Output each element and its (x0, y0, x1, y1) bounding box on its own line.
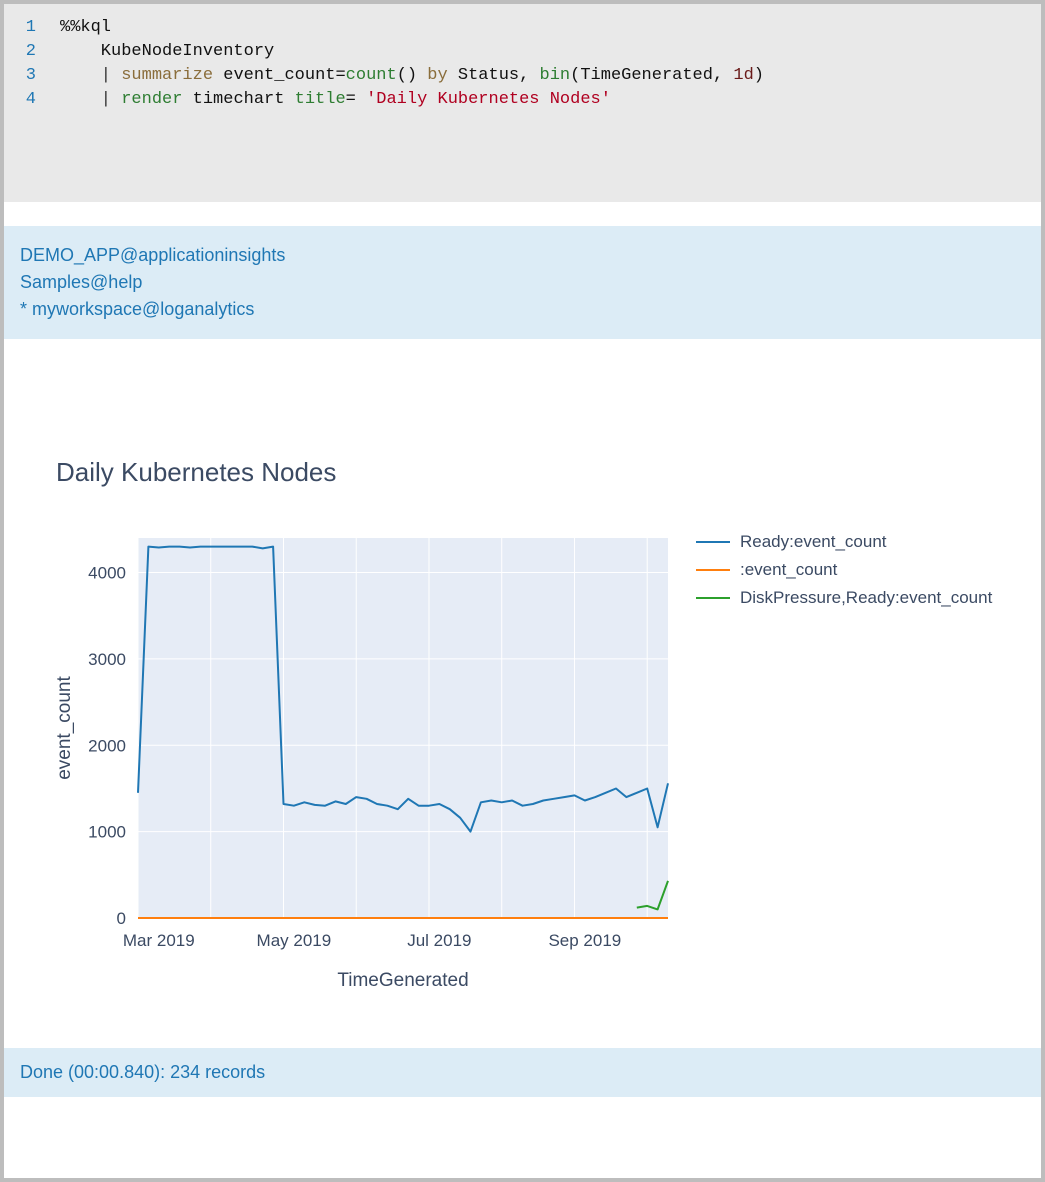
code-text: %%kql (60, 16, 111, 40)
code-line-3: 3 | summarize event_count=count() by Sta… (20, 64, 1025, 88)
svg-text:Jul 2019: Jul 2019 (407, 931, 471, 950)
svg-text:Sep 2019: Sep 2019 (548, 931, 621, 950)
svg-text:May 2019: May 2019 (257, 931, 332, 950)
workspace-line[interactable]: * myworkspace@loganalytics (20, 296, 1021, 323)
line-number: 2 (20, 40, 60, 64)
code-cell[interactable]: 1 %%kql 2 KubeNodeInventory 3 | summariz… (4, 4, 1041, 202)
output-area: Daily Kubernetes Nodes 0 1000 2000 3000 4000… (4, 339, 1041, 1048)
line-number: 1 (20, 16, 60, 40)
line-number: 3 (20, 64, 60, 88)
legend-label: DiskPressure,Ready:event_count (740, 588, 992, 608)
legend-item[interactable]: DiskPressure,Ready:event_count (696, 588, 992, 608)
workspace-line[interactable]: DEMO_APP@applicationinsights (20, 242, 1021, 269)
svg-text:3000: 3000 (88, 650, 126, 669)
chart[interactable]: 0 1000 2000 3000 4000 Mar 2019 May 2019 Jul 201… (48, 528, 1017, 1008)
svg-text:1000: 1000 (88, 823, 126, 842)
code-line-2: 2 KubeNodeInventory (20, 40, 1025, 64)
legend-item[interactable]: Ready:event_count (696, 532, 992, 552)
code-text: | summarize event_count=count() by Statu… (60, 64, 764, 88)
workspace-line[interactable]: Samples@help (20, 269, 1021, 296)
status-bar: Done (00:00.840): 234 records (4, 1048, 1041, 1097)
line-number: 4 (20, 88, 60, 112)
chart-legend[interactable]: Ready:event_count :event_count DiskPressur… (696, 532, 992, 616)
legend-swatch (696, 569, 730, 571)
code-line-4: 4 | render timechart title= 'Daily Kuber… (20, 88, 1025, 112)
svg-text:TimeGenerated: TimeGenerated (337, 970, 468, 991)
legend-item[interactable]: :event_count (696, 560, 992, 580)
code-text: | render timechart title= 'Daily Kuberne… (60, 88, 611, 112)
svg-text:event_count: event_count (54, 676, 75, 780)
legend-label: Ready:event_count (740, 532, 887, 552)
code-line-1: 1 %%kql (20, 16, 1025, 40)
svg-text:4000: 4000 (88, 564, 126, 583)
svg-text:0: 0 (117, 909, 126, 928)
chart-svg[interactable]: 0 1000 2000 3000 4000 Mar 2019 May 2019 Jul 201… (48, 528, 678, 1008)
legend-swatch (696, 541, 730, 543)
svg-text:2000: 2000 (88, 736, 126, 755)
legend-label: :event_count (740, 560, 837, 580)
legend-swatch (696, 597, 730, 599)
chart-title: Daily Kubernetes Nodes (56, 457, 1017, 488)
svg-text:Mar 2019: Mar 2019 (123, 931, 195, 950)
code-text: KubeNodeInventory (60, 40, 274, 64)
workspace-info-bar: DEMO_APP@applicationinsights Samples@hel… (4, 226, 1041, 339)
